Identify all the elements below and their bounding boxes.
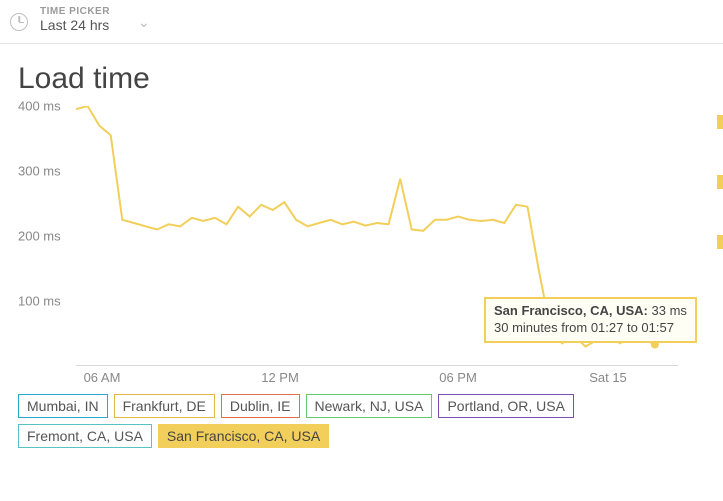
tooltip-value: 33 ms	[652, 303, 687, 318]
x-tick: 06 PM	[439, 370, 477, 385]
legend-item[interactable]: Newark, NJ, USA	[306, 394, 433, 418]
clock-icon	[10, 13, 28, 31]
legend-item[interactable]: Dublin, IE	[221, 394, 300, 418]
chart-container: Load time 400 ms 300 ms 200 ms 100 ms Sa…	[0, 44, 723, 456]
edge-marker	[717, 175, 723, 189]
legend-item[interactable]: Fremont, CA, USA	[18, 424, 152, 448]
time-picker-label: TIME PICKER	[40, 6, 110, 17]
edge-marker	[717, 235, 723, 249]
legend-item[interactable]: Portland, OR, USA	[438, 394, 574, 418]
chart-plot[interactable]: 400 ms 300 ms 200 ms 100 ms San Francisc…	[18, 106, 678, 366]
tooltip-detail: 30 minutes from 01:27 to 01:57	[494, 320, 674, 335]
chart-legend: Mumbai, INFrankfurt, DEDublin, IENewark,…	[18, 394, 698, 448]
edge-marker	[717, 115, 723, 129]
x-axis	[76, 365, 678, 366]
chevron-down-icon[interactable]: ⌄	[138, 14, 150, 31]
x-tick: Sat 15	[589, 370, 627, 385]
time-picker[interactable]: TIME PICKER Last 24 hrs	[40, 6, 110, 33]
tooltip-location: San Francisco, CA, USA:	[494, 303, 648, 318]
time-picker-value: Last 24 hrs	[40, 17, 110, 33]
legend-item[interactable]: Mumbai, IN	[18, 394, 108, 418]
legend-item[interactable]: San Francisco, CA, USA	[158, 424, 329, 448]
x-tick: 06 AM	[84, 370, 121, 385]
chart-title: Load time	[18, 62, 715, 96]
x-tick: 12 PM	[261, 370, 299, 385]
legend-item[interactable]: Frankfurt, DE	[114, 394, 215, 418]
right-edge-markers	[717, 92, 723, 272]
chart-tooltip: San Francisco, CA, USA: 33 ms 30 minutes…	[484, 297, 697, 343]
time-picker-bar: TIME PICKER Last 24 hrs ⌄	[0, 0, 723, 44]
x-axis-ticks: 06 AM 12 PM 06 PM Sat 15	[18, 370, 678, 388]
